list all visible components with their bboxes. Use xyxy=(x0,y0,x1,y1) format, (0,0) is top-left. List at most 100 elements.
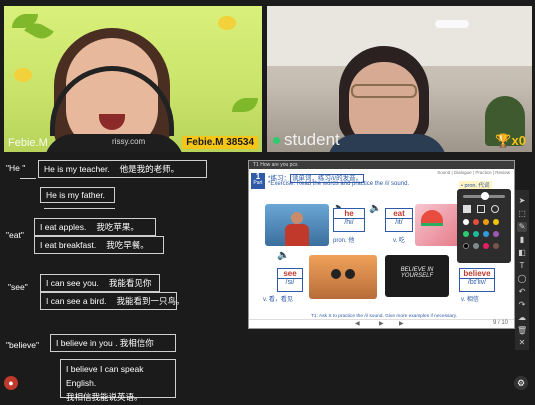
note-key-eat: "eat" xyxy=(6,230,24,240)
word-card-believe: believe/bɪ'liv/ xyxy=(459,268,495,292)
teacher-name-badge: Febie.M 38534 xyxy=(182,136,258,149)
note-he-row1: He is my teacher. 他是我的老师。 xyxy=(38,160,207,178)
text-icon[interactable]: T xyxy=(517,261,527,271)
slide-title-bar: T1 How are you pcs xyxy=(249,161,514,169)
speaker-icon[interactable]: 🔈 xyxy=(369,204,381,214)
glasses-icon xyxy=(351,84,417,98)
eraser-icon[interactable]: ◧ xyxy=(517,248,527,258)
note-key-believe: "believe" xyxy=(6,340,39,350)
color-swatch[interactable] xyxy=(473,219,479,225)
pointer-icon[interactable]: ➤ xyxy=(517,196,527,206)
student-shirt xyxy=(327,134,447,152)
binocular-lens xyxy=(345,269,355,279)
color-swatch[interactable] xyxy=(483,231,489,237)
note-en: I can see you. xyxy=(46,278,99,288)
word-ipa: /bɪ'liv/ xyxy=(460,278,494,286)
settings-icon[interactable]: ⚙ xyxy=(514,376,528,390)
tool-option[interactable] xyxy=(491,205,499,213)
online-status-icon xyxy=(273,137,280,145)
color-swatch[interactable] xyxy=(493,243,499,249)
note-zh: 我能看见你 xyxy=(108,278,152,288)
word-ipa: /hi/ xyxy=(334,218,364,226)
record-icon[interactable]: ● xyxy=(4,376,18,390)
ceiling-light xyxy=(435,20,469,28)
slider-knob[interactable] xyxy=(481,192,489,200)
note-eat-row2: I eat breakfast. 我吃早餐。 xyxy=(34,236,164,254)
note-zh: 我吃早餐。 xyxy=(106,240,149,250)
student-name-text: student xyxy=(284,130,340,149)
whiteboard-toolbar: ➤ ⬚ ✎ ▮ ◧ T ◯ ↶ ↷ ☁ 🗑 ✕ xyxy=(515,190,529,350)
binoculars-photo xyxy=(309,255,377,299)
note-key-see: "see" xyxy=(8,282,28,292)
highlighter-icon[interactable]: ▮ xyxy=(517,235,527,245)
bird-decoration xyxy=(218,16,236,30)
note-see-row1: I can see you. 我能看见你 xyxy=(40,274,160,292)
note-en: I eat breakfast. xyxy=(40,240,97,250)
man-photo xyxy=(265,204,329,246)
classroom-screen: Febie.M rissy.com Febie.M 38534 student … xyxy=(0,0,535,405)
pen-size-slider[interactable] xyxy=(463,192,505,200)
color-swatch[interactable] xyxy=(463,243,469,249)
cloud-icon[interactable]: ☁ xyxy=(517,313,527,323)
play-button[interactable]: ▶ xyxy=(379,320,384,327)
speaker-icon[interactable]: 🔈 xyxy=(277,251,289,261)
clear-icon[interactable]: ✕ xyxy=(517,338,527,348)
color-swatch[interactable] xyxy=(473,243,479,249)
select-icon[interactable]: ⬚ xyxy=(517,209,527,219)
pron-tag: • pron. 代词 xyxy=(459,181,492,189)
color-swatch[interactable] xyxy=(493,219,499,225)
trash-icon[interactable]: 🗑 xyxy=(517,326,527,336)
note-en: I can see a bird. xyxy=(46,296,107,306)
word-text: he xyxy=(344,209,354,218)
page-indicator: 9 / 10 xyxy=(493,320,509,326)
pen-color-popup[interactable] xyxy=(457,189,511,263)
note-see-row2: I can see a bird. 我能看到一只鸟。 xyxy=(40,292,185,310)
word-text: see xyxy=(283,269,297,278)
watermelon xyxy=(421,210,443,226)
shape-icon[interactable]: ◯ xyxy=(517,274,527,284)
believe-poster: BELIEVE IN YOURSELF xyxy=(385,255,449,297)
slide-controls: ◀ ▶ ▶ 9 / 10 xyxy=(249,319,514,328)
poster-text: BELIEVE IN YOURSELF xyxy=(400,267,434,279)
student-name-label: student xyxy=(273,130,340,150)
man-shirt xyxy=(285,224,309,246)
word-text: eat xyxy=(393,209,405,218)
word-text: believe xyxy=(463,269,491,278)
pen-icon[interactable]: ✎ xyxy=(517,222,527,232)
slide-tabs[interactable]: Sound | Dialogue | Practice | Review xyxy=(437,170,510,175)
color-swatch[interactable] xyxy=(463,219,469,225)
word-card-he: he/hi/ xyxy=(333,208,365,232)
binocular-lens xyxy=(331,269,341,279)
redo-icon[interactable]: ↷ xyxy=(517,300,527,310)
trophy-counter: 🏆x0 xyxy=(495,133,526,148)
tool-option[interactable] xyxy=(463,205,471,213)
part-badge: 1 Part xyxy=(251,173,265,189)
word-card-eat: eat/it/ xyxy=(385,208,413,232)
word-pos-believe: v. 相信 xyxy=(461,297,479,303)
teacher-name-label: Febie.M xyxy=(8,137,48,149)
color-swatch[interactable] xyxy=(493,231,499,237)
teacher-video: Febie.M rissy.com Febie.M 38534 xyxy=(4,6,262,152)
prev-slide-button[interactable]: ◀ xyxy=(355,320,360,327)
next-slide-button[interactable]: ▶ xyxy=(399,320,404,327)
color-swatch[interactable] xyxy=(473,231,479,237)
word-ipa: /it/ xyxy=(386,218,412,226)
note-believe-row1: I believe in you . 我相信你 xyxy=(50,334,176,352)
word-pos-he: pron. 他 xyxy=(333,238,355,244)
note-en: I believe I can speak English. xyxy=(66,364,144,388)
tool-option[interactable] xyxy=(477,205,485,213)
note-en: I eat apples. xyxy=(40,222,87,232)
word-card-see: see/si/ xyxy=(277,268,303,292)
man-head xyxy=(291,212,303,224)
color-swatch[interactable] xyxy=(463,231,469,237)
trophy-count: x0 xyxy=(511,133,526,148)
note-key-he: "He " xyxy=(6,163,26,173)
underline xyxy=(20,178,36,179)
color-swatch[interactable] xyxy=(483,243,489,249)
color-swatch[interactable] xyxy=(483,219,489,225)
student-video: student 🏆x0 xyxy=(267,6,532,152)
undo-icon[interactable]: ↶ xyxy=(517,287,527,297)
note-believe-row2: I believe I can speak English. 我相信我能说英语。 xyxy=(60,359,176,402)
note-zh: 我相信我能说英语。 xyxy=(66,392,143,402)
bird-decoration xyxy=(14,68,32,82)
